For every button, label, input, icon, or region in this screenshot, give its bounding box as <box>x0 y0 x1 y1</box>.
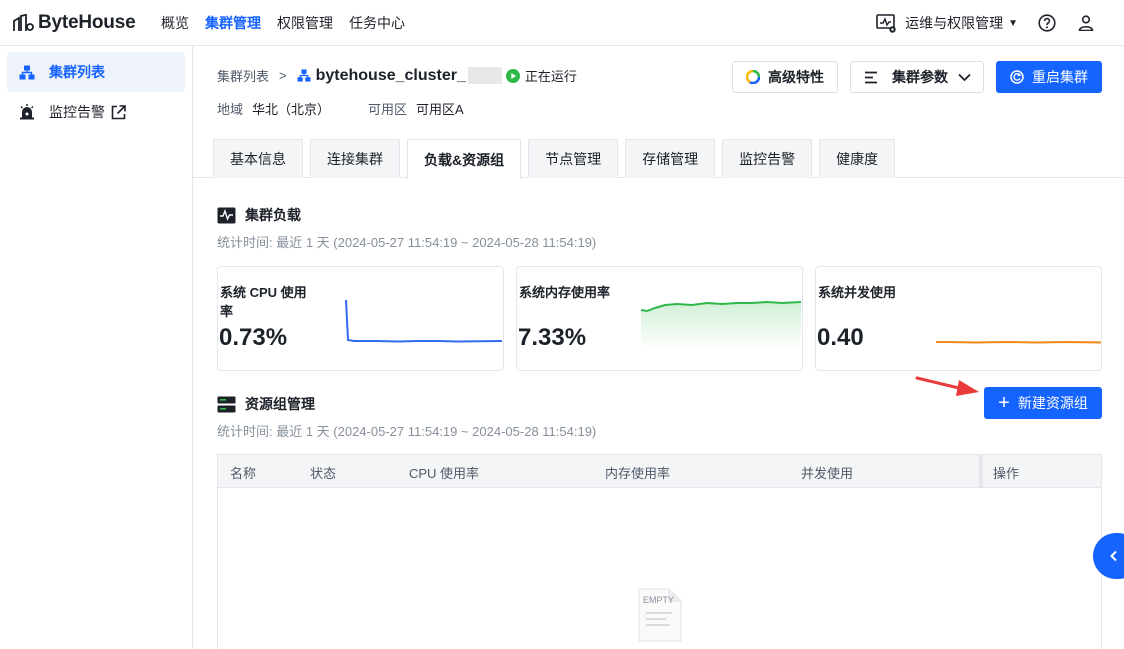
column-status[interactable]: 状态 <box>310 463 336 482</box>
metric-value: 7.33% <box>518 324 587 351</box>
new-resource-group-label: 新建资源组 <box>1017 395 1088 411</box>
nav-item-permission-management[interactable]: 权限管理 <box>277 13 333 33</box>
tab-basic-info[interactable]: 基本信息 <box>213 139 303 178</box>
nav-item-overview[interactable]: 概览 <box>161 13 189 33</box>
breadcrumb-separator: > <box>279 68 287 83</box>
cluster-tabs: 基本信息 连接集群 负载&资源组 节点管理 存储管理 监控告警 健康度 <box>213 139 902 179</box>
resource-group-title: 资源组管理 <box>217 394 315 414</box>
sidebar-item-cluster-list[interactable]: 集群列表 <box>7 52 185 92</box>
top-bar: ByteHouse 概览 集群管理 权限管理 任务中心 运维与权限管理 ▼ <box>0 0 1124 46</box>
help-button[interactable] <box>1038 14 1056 32</box>
cluster-name: bytehouse_cluster_ <box>315 66 466 84</box>
ops-permission-menu[interactable]: 运维与权限管理 ▼ <box>876 13 1018 33</box>
breadcrumb-cluster-list[interactable]: 集群列表 <box>217 66 269 85</box>
new-resource-group-button[interactable]: + 新建资源组 <box>984 387 1102 419</box>
cluster-params-button[interactable]: 集群参数 <box>850 61 984 93</box>
region-value: 华北（北京） <box>252 102 331 117</box>
tab-node-management[interactable]: 节点管理 <box>528 139 619 178</box>
advanced-features-button[interactable]: 高级特性 <box>732 61 838 93</box>
bytehouse-logo-icon <box>13 13 34 31</box>
tab-storage-management[interactable]: 存储管理 <box>625 139 716 178</box>
running-status-icon <box>505 68 520 83</box>
column-actions: 操作 <box>993 466 1020 481</box>
cluster-icon <box>19 65 35 79</box>
region-key: 地域 <box>217 102 244 117</box>
table-header: 名称 状态 CPU 使用率 内存使用率 并发使用 操作 <box>218 455 1101 488</box>
nav-item-task-center[interactable]: 任务中心 <box>349 13 405 33</box>
empty-state-icon: EMPTY <box>638 588 682 642</box>
column-memory-usage[interactable]: 内存使用率 <box>605 463 670 482</box>
brand-name: ByteHouse <box>38 11 136 33</box>
chevron-down-icon <box>958 69 971 85</box>
column-divider[interactable] <box>979 455 983 488</box>
metric-card-concurrency[interactable]: 系统并发使用 0.40 <box>815 266 1102 371</box>
ops-permission-label: 运维与权限管理 <box>905 15 1004 31</box>
cluster-load-title: 集群负载 <box>217 205 301 225</box>
metric-card-cpu[interactable]: 系统 CPU 使用率 0.73% <box>217 266 504 371</box>
tab-connect-cluster[interactable]: 连接集群 <box>310 139 400 178</box>
activity-chart-icon <box>217 207 236 224</box>
resource-group-title-text: 资源组管理 <box>245 396 315 412</box>
restart-cluster-label: 重启集群 <box>1032 69 1088 85</box>
chevron-left-icon <box>1110 550 1117 562</box>
redacted-cluster-suffix <box>467 67 502 84</box>
zone-value: 可用区A <box>416 102 464 117</box>
sidebar: 集群列表 监控告警 <box>0 46 193 649</box>
column-concurrency[interactable]: 并发使用 <box>801 463 853 482</box>
zone-key: 可用区 <box>368 102 408 117</box>
main-content: 集群列表 > bytehouse_cluster_ 正在运行 地域 华北（北京） <box>193 46 1124 649</box>
cluster-params-label: 集群参数 <box>892 69 948 85</box>
server-icon <box>217 396 236 413</box>
metric-value: 0.73% <box>219 324 288 351</box>
empty-state-text: EMPTY <box>643 595 674 605</box>
tab-health[interactable]: 健康度 <box>819 139 896 178</box>
cluster-icon <box>297 69 311 82</box>
nav-item-cluster-management[interactable]: 集群管理 <box>205 13 261 33</box>
restart-cluster-button[interactable]: 重启集群 <box>996 61 1102 93</box>
cluster-header: 集群列表 > bytehouse_cluster_ 正在运行 地域 华北（北京） <box>193 46 1124 179</box>
cluster-load-time-range: 统计时间: 最近 1 天 (2024-05-27 11:54:19 ~ 2024… <box>217 235 597 250</box>
metric-title: 系统内存使用率 <box>519 285 611 300</box>
resource-group-time-range: 统计时间: 最近 1 天 (2024-05-27 11:54:19 ~ 2024… <box>217 424 597 439</box>
memory-sparkline <box>640 300 801 346</box>
metric-card-memory[interactable]: 系统内存使用率 7.33% <box>516 266 803 371</box>
cluster-status-text: 正在运行 <box>524 69 577 84</box>
metric-title: 系统并发使用 <box>818 285 897 300</box>
cpu-sparkline <box>345 299 502 343</box>
metric-title: 系统 CPU 使用率 <box>220 285 307 319</box>
monitor-settings-icon <box>876 13 896 33</box>
cluster-meta: 地域 华北（北京） 可用区 可用区A <box>217 99 502 118</box>
advanced-features-label: 高级特性 <box>768 69 824 85</box>
tab-monitoring-alerts[interactable]: 监控告警 <box>722 139 813 178</box>
account-button[interactable] <box>1078 15 1094 31</box>
logo[interactable]: ByteHouse <box>12 12 150 34</box>
sidebar-item-monitoring-alerts[interactable]: 监控告警 <box>7 92 185 132</box>
caret-down-icon: ▼ <box>1008 17 1018 29</box>
top-nav: 概览 集群管理 权限管理 任务中心 <box>161 13 421 33</box>
alarm-icon <box>20 104 34 120</box>
resource-group-table: 名称 状态 CPU 使用率 内存使用率 并发使用 操作 EMPTY <box>217 454 1102 649</box>
metric-cards: 系统 CPU 使用率 0.73% 系统内存使用率 7.33% 系统并发使用 0.… <box>217 266 1102 371</box>
cluster-load-title-text: 集群负载 <box>245 207 301 223</box>
header-actions: 高级特性 集群参数 重启集群 <box>720 61 1102 93</box>
plus-icon: + <box>998 392 1010 414</box>
sidebar-item-label: 监控告警 <box>49 104 105 120</box>
tab-load-resource-groups[interactable]: 负载&资源组 <box>407 139 522 179</box>
metric-value: 0.40 <box>817 324 864 351</box>
column-name[interactable]: 名称 <box>230 463 256 482</box>
user-icon <box>1078 15 1094 31</box>
external-link-icon <box>111 104 126 119</box>
cluster-status: 正在运行 <box>505 66 577 85</box>
advanced-features-icon <box>746 70 760 84</box>
red-arrow-annotation <box>915 376 979 396</box>
breadcrumb: 集群列表 > bytehouse_cluster_ 正在运行 <box>217 66 577 85</box>
concurrency-sparkline <box>936 340 1101 344</box>
restart-icon <box>1010 70 1024 84</box>
top-right-tools: 运维与权限管理 ▼ <box>876 0 1094 46</box>
sidebar-item-label: 集群列表 <box>49 64 105 80</box>
list-settings-icon <box>864 71 878 84</box>
help-icon <box>1038 14 1056 32</box>
column-cpu-usage[interactable]: CPU 使用率 <box>409 463 479 482</box>
